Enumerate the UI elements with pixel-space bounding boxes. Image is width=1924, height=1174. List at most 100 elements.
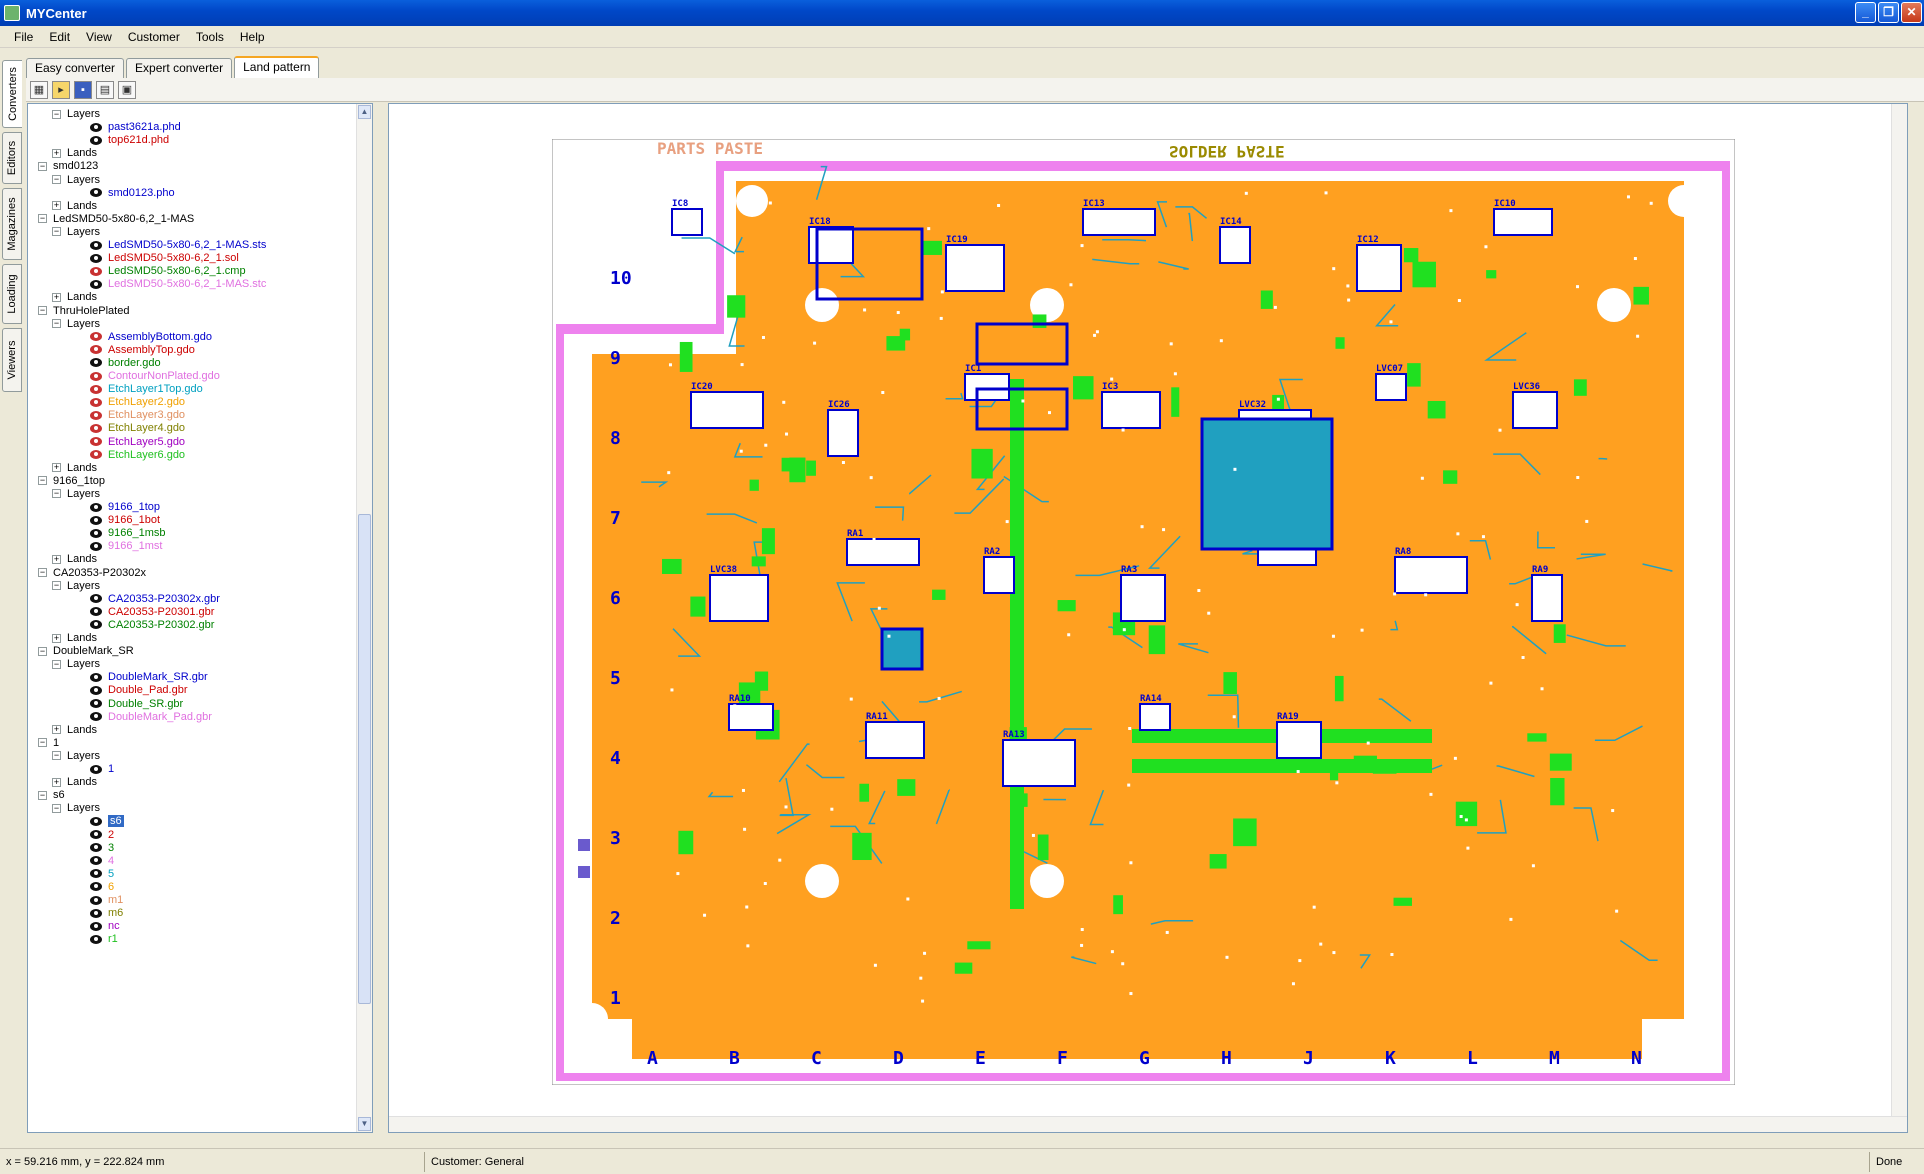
tree-scrollbar[interactable]: ▲ ▼ [356,104,372,1132]
layer-visible-eye-icon[interactable] [90,869,102,879]
layer-hidden-eye-icon[interactable] [90,345,102,355]
layer-hidden-eye-icon[interactable] [90,384,102,394]
layer-hidden-eye-icon[interactable] [90,332,102,342]
tree-layer-item[interactable]: CA20353-P20302.gbr [90,617,214,633]
expand-icon[interactable]: + [52,777,61,787]
layer-visible-eye-icon[interactable] [90,358,102,368]
collapse-icon[interactable]: − [52,581,61,591]
layer-visible-eye-icon[interactable] [90,934,102,944]
menu-customer[interactable]: Customer [120,30,188,44]
tree-layer-item[interactable]: DoubleMark_Pad.gbr [90,709,212,725]
side-tab-magazines[interactable]: Magazines [2,188,22,260]
collapse-icon[interactable]: − [38,306,47,315]
side-tab-converters[interactable]: Converters [2,60,22,128]
menu-tools[interactable]: Tools [188,30,232,44]
expand-icon[interactable]: + [52,633,61,643]
layer-visible-eye-icon[interactable] [90,699,102,708]
restore-button[interactable]: ❐ [1878,2,1899,23]
new-icon[interactable]: ▦ [30,80,48,99]
collapse-icon[interactable]: − [52,175,61,184]
tree-layer-item[interactable]: 9166_1mst [90,538,162,554]
layer-visible-eye-icon[interactable] [90,135,102,145]
tree-layer-item[interactable]: smd0123.pho [90,185,175,201]
menu-edit[interactable]: Edit [41,30,78,44]
menu-help[interactable]: Help [232,30,273,44]
collapse-icon[interactable]: − [38,568,47,577]
layer-hidden-eye-icon[interactable] [90,397,102,407]
menu-view[interactable]: View [78,30,120,44]
expand-icon[interactable]: + [52,148,61,158]
tree-layer-item[interactable]: LedSMD50-5x80-6,2_1-MAS.stc [90,276,266,292]
collapse-icon[interactable]: − [38,161,47,171]
layer-visible-eye-icon[interactable] [90,502,102,512]
expand-icon[interactable]: + [52,292,61,302]
menu-file[interactable]: File [6,30,41,44]
import-icon[interactable]: ▣ [118,80,136,99]
layer-visible-eye-icon[interactable] [90,764,102,774]
layer-visible-eye-icon[interactable] [90,594,102,604]
canvas-horizontal-scrollbar[interactable] [389,1116,1907,1132]
side-tab-loading[interactable]: Loading [2,264,22,324]
layer-hidden-eye-icon[interactable] [90,410,102,420]
layer-visible-eye-icon[interactable] [90,541,102,551]
layer-visible-eye-icon[interactable] [90,685,102,695]
layer-visible-eye-icon[interactable] [90,712,102,722]
collapse-icon[interactable]: − [38,476,47,486]
layer-hidden-eye-icon[interactable] [90,266,102,276]
layer-visible-eye-icon[interactable] [90,921,102,931]
collapse-icon[interactable]: − [38,790,47,800]
layer-visible-eye-icon[interactable] [90,620,102,630]
collapse-icon[interactable]: − [52,489,61,499]
tab-expert-converter[interactable]: Expert converter [126,58,233,78]
layer-visible-eye-icon[interactable] [90,843,102,853]
layer-visible-eye-icon[interactable] [90,515,102,525]
tree-layer-item[interactable]: r1 [90,931,118,947]
tab-land-pattern[interactable]: Land pattern [234,56,320,78]
layer-hidden-eye-icon[interactable] [90,423,102,433]
minimize-button[interactable]: _ [1855,2,1876,23]
open-icon[interactable]: ▸ [52,80,70,99]
tree-layer-item[interactable]: top621d.phd [90,132,169,148]
side-tab-viewers[interactable]: Viewers [2,328,22,392]
layer-visible-eye-icon[interactable] [90,672,102,682]
expand-icon[interactable]: + [52,201,61,211]
layer-visible-eye-icon[interactable] [90,908,102,918]
scroll-down-arrow-icon[interactable]: ▼ [358,1117,371,1131]
collapse-icon[interactable]: − [52,227,61,237]
expand-icon[interactable]: + [52,725,61,735]
layer-visible-eye-icon[interactable] [90,830,102,839]
close-button[interactable]: ✕ [1901,2,1922,23]
layer-visible-eye-icon[interactable] [90,253,102,263]
collapse-icon[interactable]: − [38,214,47,224]
save-icon[interactable]: ▪ [74,80,92,99]
tab-easy-converter[interactable]: Easy converter [26,58,125,78]
layer-hidden-eye-icon[interactable] [90,437,102,446]
layer-visible-eye-icon[interactable] [90,856,102,866]
layer-visible-eye-icon[interactable] [90,882,102,892]
collapse-icon[interactable]: − [52,751,61,761]
canvas-vertical-scrollbar[interactable] [1891,104,1907,1132]
layer-visible-eye-icon[interactable] [90,279,102,289]
tree-scroll-thumb[interactable] [358,514,371,1004]
collapse-icon[interactable]: − [52,319,61,329]
layer-visible-eye-icon[interactable] [90,528,102,538]
layer-visible-eye-icon[interactable] [90,188,102,198]
collapse-icon[interactable]: − [38,738,47,748]
grid-icon[interactable]: ▤ [96,80,114,99]
expand-icon[interactable]: + [52,554,61,564]
layer-visible-eye-icon[interactable] [90,816,102,826]
layer-visible-eye-icon[interactable] [90,122,102,132]
splitter[interactable] [374,103,386,1133]
scroll-up-arrow-icon[interactable]: ▲ [358,105,371,119]
collapse-icon[interactable]: − [52,659,61,669]
side-tab-editors[interactable]: Editors [2,132,22,184]
layer-visible-eye-icon[interactable] [90,895,102,905]
expand-icon[interactable]: + [52,463,61,473]
collapse-icon[interactable]: − [52,109,61,119]
layer-visible-eye-icon[interactable] [90,240,102,250]
board-canvas[interactable]: PARTS PASTE SOLDER PASTE A B C D E F G H J K L M N 1 2 3 4… [388,103,1908,1133]
collapse-icon[interactable]: − [38,646,47,656]
collapse-icon[interactable]: − [52,803,61,813]
layer-hidden-eye-icon[interactable] [90,450,102,460]
layer-hidden-eye-icon[interactable] [90,371,102,381]
